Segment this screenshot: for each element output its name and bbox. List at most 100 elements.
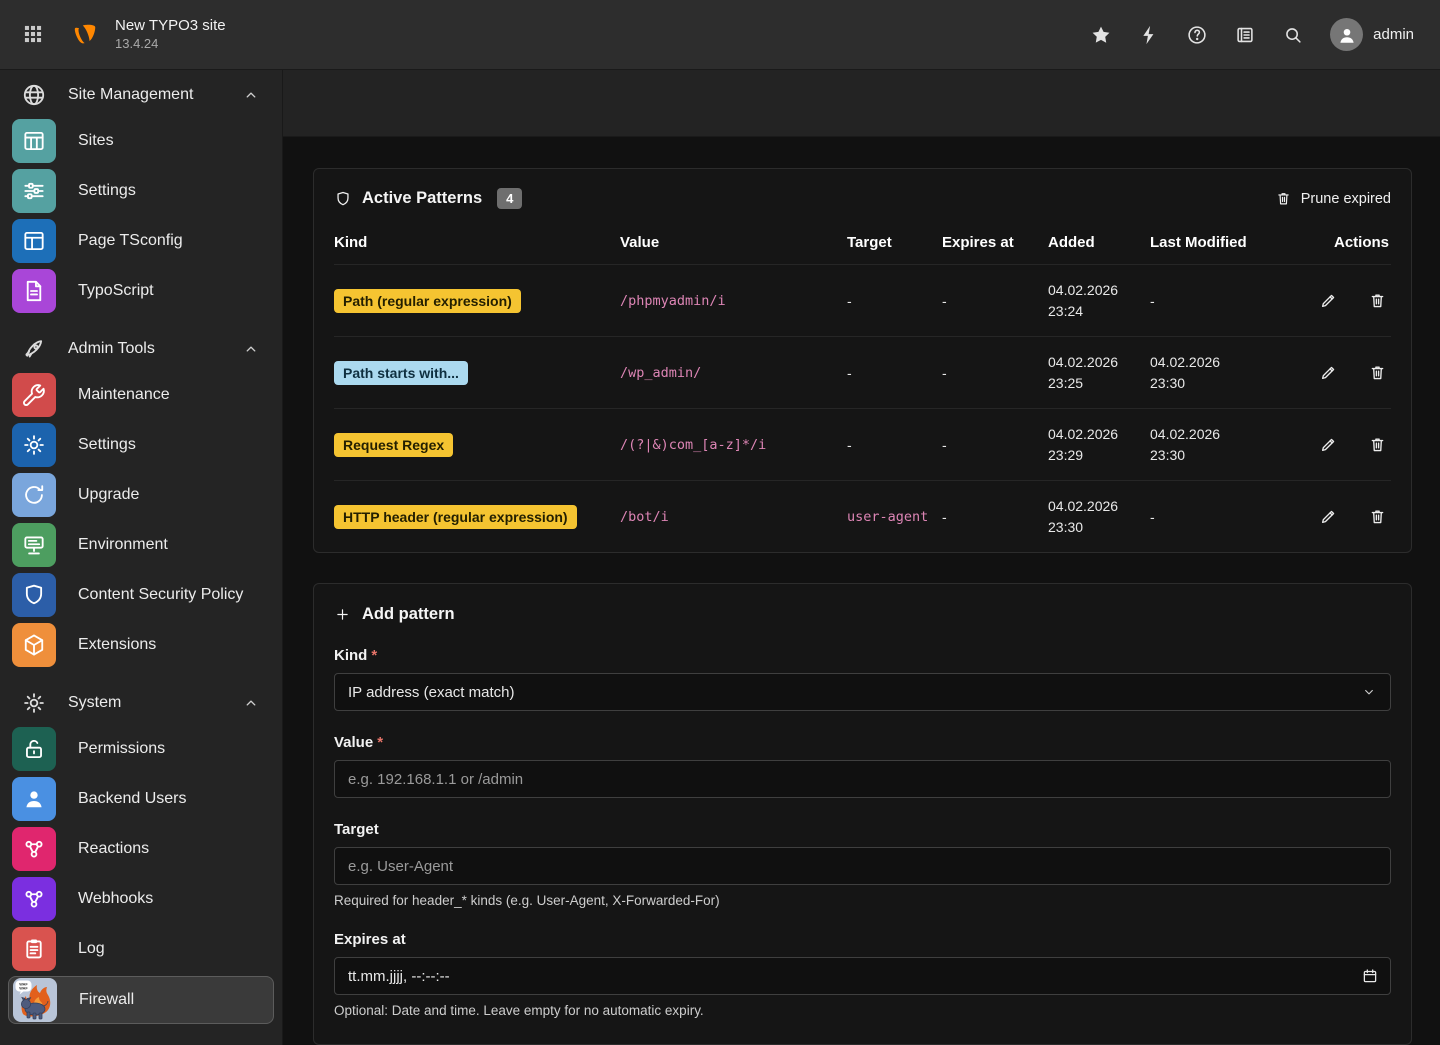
expires-input[interactable] [334,957,1391,995]
help-icon[interactable] [1186,24,1208,46]
opendocs-icon[interactable] [1234,24,1256,46]
prune-expired-label: Prune expired [1301,191,1391,207]
column-header-target: Target [847,234,942,251]
site-name: New TYPO3 site [115,16,226,36]
column-header-kind: Kind [334,234,620,251]
user-icon [12,777,56,821]
sidebar-item-page-tsconfig[interactable]: Page TSconfig [0,216,282,266]
shield-icon [12,573,56,617]
calendar-icon[interactable] [1361,967,1379,985]
sidebar-item-environment[interactable]: Environment [0,520,282,570]
username: admin [1373,26,1414,43]
module-content: Active Patterns 4 Prune expired KindValu… [283,70,1440,1045]
delete-button[interactable] [1368,507,1387,526]
pattern-row: HTTP header (regular expression) /bot/i us… [334,480,1391,552]
pattern-added: 04.02.202623:24 [1048,280,1150,322]
sidebar-item-label: Permissions [78,740,165,758]
pattern-row: Path (regular expression)/phpmyadmin/i--… [334,264,1391,336]
sidebar-item-label: TypoScript [78,282,154,300]
target-input[interactable] [334,847,1391,885]
kind-select[interactable]: IP address (exact match) [334,673,1391,711]
trash-icon [1368,442,1387,457]
required-marker: * [371,647,377,664]
pencil-icon [1319,514,1338,529]
delete-button[interactable] [1368,291,1387,310]
delete-button[interactable] [1368,363,1387,382]
cube-icon [12,623,56,667]
sidebar-item-permissions[interactable]: Permissions [0,724,282,774]
pattern-value: /phpmyadmin/i [620,293,726,309]
kind-select-value: IP address (exact match) [348,684,514,701]
sidebar-section-admin-tools[interactable]: Admin Tools [0,328,282,370]
sidebar-item-label: Sites [78,132,114,150]
edit-button[interactable] [1319,291,1338,310]
sidebar-item-label: Log [78,940,105,958]
column-header-last-modified: Last Modified [1150,234,1314,251]
sidebar-item-settings[interactable]: Settings [0,166,282,216]
clear-cache-bolt-icon[interactable] [1138,24,1160,46]
pattern-expires: - [942,365,1048,381]
sidebar-section-system[interactable]: System [0,682,282,724]
sidebar-item-maintenance[interactable]: Maintenance [0,370,282,420]
bookmark-star-icon[interactable] [1090,24,1112,46]
pattern-added: 04.02.202623:29 [1048,424,1150,466]
typo3-version: 13.4.24 [115,36,226,53]
form-heading: Add pattern [362,605,455,624]
expires-label: Expires at [334,931,1391,948]
pencil-icon [1319,370,1338,385]
edit-button[interactable] [1319,435,1338,454]
target-help: Required for header_* kinds (e.g. User-A… [334,893,1391,908]
sidebar-item-settings[interactable]: Settings [0,420,282,470]
kind-badge: Path starts with... [334,361,468,385]
sidebar-item-label: Firewall [79,991,134,1009]
sidebar-item-content-security-policy[interactable]: Content Security Policy [0,570,282,620]
hub-icon [12,827,56,871]
sidebar-section-site-management[interactable]: Site Management [0,74,282,116]
refresh-icon [12,473,56,517]
column-header-actions: Actions [1314,234,1391,251]
sidebar-item-firewall[interactable]: WAFWAFFirewall [8,976,274,1024]
kind-badge: HTTP header (regular expression) [334,505,577,529]
apps-grid-icon[interactable] [22,23,44,45]
user-menu[interactable]: admin [1330,18,1414,51]
pattern-row: Request Regex/(?|&)com_[a-z]*/i--04.02.2… [334,408,1391,480]
site-title[interactable]: New TYPO3 site 13.4.24 [115,16,226,53]
plus-icon [334,606,351,623]
typo3-logo-icon[interactable] [70,19,100,49]
sidebar-item-label: Environment [78,536,168,554]
trash-icon [1368,370,1387,385]
sidebar-item-extensions[interactable]: Extensions [0,620,282,670]
pattern-target: - [847,437,942,453]
sidebar-item-backend-users[interactable]: Backend Users [0,774,282,824]
kind-label: Kind* [334,647,1391,664]
pattern-value: /(?|&)com_[a-z]*/i [620,437,766,453]
sidebar-nav: Site Management Sites Settings Page TSconfi… [0,70,283,1045]
sites-icon [12,119,56,163]
sidebar-item-label: Settings [78,182,136,200]
sidebar-item-webhooks[interactable]: Webhooks [0,874,282,924]
sidebar-item-sites[interactable]: Sites [0,116,282,166]
sidebar-item-reactions[interactable]: Reactions [0,824,282,874]
edit-button[interactable] [1319,363,1338,382]
value-input[interactable] [334,760,1391,798]
server-icon [12,523,56,567]
section-label: System [68,694,242,712]
section-label: Admin Tools [68,340,242,358]
sidebar-item-log[interactable]: Log [0,924,282,974]
wrench-icon [12,373,56,417]
pattern-value: /bot/i [620,509,669,525]
table-header-row: KindValueTargetExpires atAddedLast Modif… [334,219,1391,264]
delete-button[interactable] [1368,435,1387,454]
lock-icon [12,727,56,771]
trash-icon [1368,298,1387,313]
trash-icon [1368,514,1387,529]
pattern-target: user-agent [847,509,928,525]
edit-button[interactable] [1319,507,1338,526]
pattern-expires: - [942,293,1048,309]
prune-expired-button[interactable]: Prune expired [1275,190,1391,207]
sidebar-item-typoscript[interactable]: TypoScript [0,266,282,316]
column-header-added: Added [1048,234,1150,251]
pattern-added: 04.02.202623:30 [1048,496,1150,538]
search-icon[interactable] [1282,24,1304,46]
sidebar-item-upgrade[interactable]: Upgrade [0,470,282,520]
